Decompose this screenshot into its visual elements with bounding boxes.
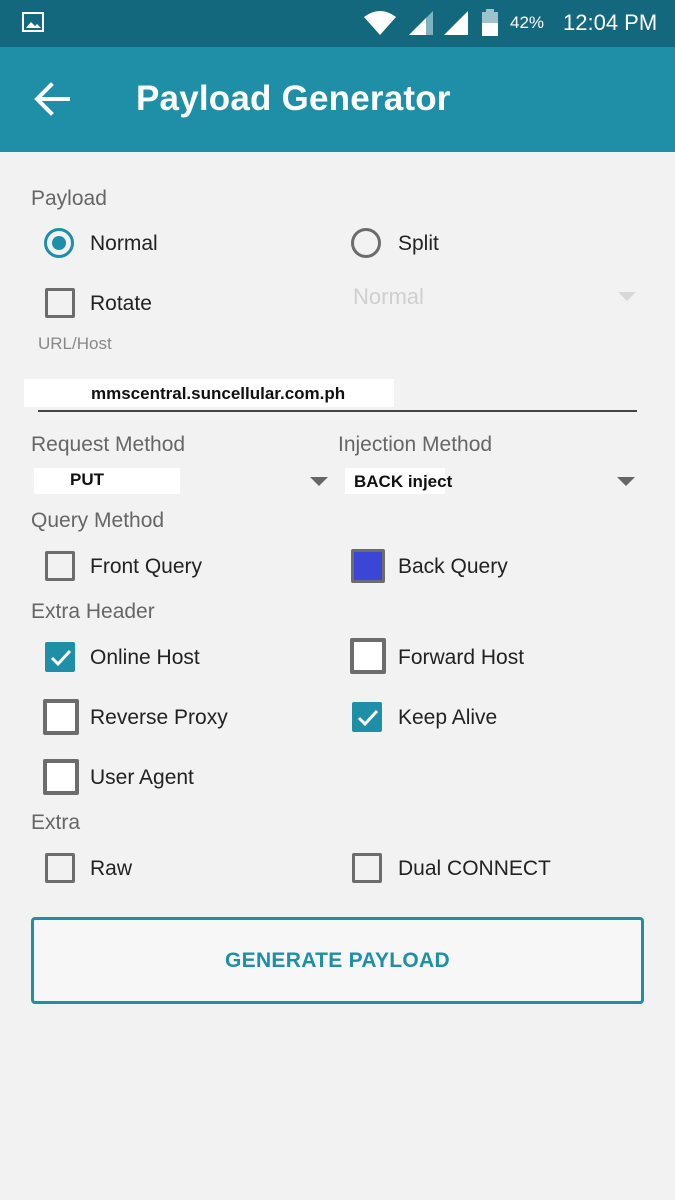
image-icon (22, 12, 44, 32)
dropdown-arrow-icon (618, 292, 636, 301)
back-query-checkbox[interactable] (351, 549, 385, 583)
clock: 12:04 PM (563, 10, 658, 35)
user-agent-checkbox[interactable] (43, 759, 79, 795)
generate-payload-button[interactable]: GENERATE PAYLOAD (31, 917, 644, 1004)
dual-connect-label: Dual CONNECT (398, 857, 551, 880)
app-bar: Payload Generator (0, 47, 675, 152)
request-method-select[interactable]: PUT (70, 470, 104, 490)
dual-connect-checkbox[interactable] (352, 853, 382, 883)
generate-payload-button-label: GENERATE PAYLOAD (225, 948, 450, 972)
reverse-proxy-label: Reverse Proxy (90, 706, 228, 729)
rotate-checkbox-label: Rotate (90, 292, 152, 315)
rotate-checkbox[interactable] (45, 288, 75, 318)
raw-label: Raw (90, 857, 133, 880)
request-method-bg (34, 468, 180, 494)
raw-checkbox[interactable] (45, 853, 75, 883)
normal-radio-label: Normal (90, 232, 158, 255)
dropdown-arrow-icon (617, 477, 635, 486)
query-method-label: Query Method (31, 509, 165, 532)
signal-icon (444, 11, 468, 35)
back-arrow-icon[interactable] (34, 82, 70, 116)
user-agent-label: User Agent (90, 766, 194, 789)
battery-icon (482, 9, 498, 36)
split-type-select[interactable]: Normal (353, 284, 424, 310)
online-host-checkbox[interactable] (45, 642, 75, 672)
keep-alive-label: Keep Alive (398, 706, 498, 729)
page-title: Payload Generator (136, 79, 451, 118)
request-method-label: Request Method (31, 433, 186, 456)
front-query-checkbox[interactable] (45, 551, 75, 581)
check-icon (50, 649, 72, 667)
keep-alive-checkbox[interactable] (352, 702, 382, 732)
injection-method-label: Injection Method (338, 433, 493, 456)
forward-host-checkbox[interactable] (350, 638, 386, 674)
split-radio-label: Split (398, 232, 439, 255)
url-host-underline (38, 410, 637, 412)
online-host-label: Online Host (90, 646, 200, 669)
split-radio[interactable] (351, 228, 381, 258)
status-bar: 42% 12:04 PM (0, 0, 675, 47)
url-host-label: URL/Host (38, 334, 112, 353)
dropdown-arrow-icon (310, 477, 328, 486)
normal-radio[interactable] (44, 228, 74, 258)
extra-header-label: Extra Header (31, 600, 155, 623)
back-query-label: Back Query (398, 555, 508, 578)
signal-icon (409, 11, 433, 35)
check-icon (357, 709, 379, 727)
front-query-label: Front Query (90, 555, 203, 578)
injection-method-select[interactable]: BACK inject (354, 472, 452, 492)
reverse-proxy-checkbox[interactable] (43, 699, 79, 735)
payload-section-label: Payload (31, 187, 107, 210)
battery-percent: 42% (510, 13, 545, 32)
wifi-icon (364, 11, 396, 35)
url-host-input[interactable]: mmscentral.suncellular.com.ph (91, 384, 345, 404)
extra-section-label: Extra (31, 811, 81, 834)
forward-host-label: Forward Host (398, 646, 525, 669)
